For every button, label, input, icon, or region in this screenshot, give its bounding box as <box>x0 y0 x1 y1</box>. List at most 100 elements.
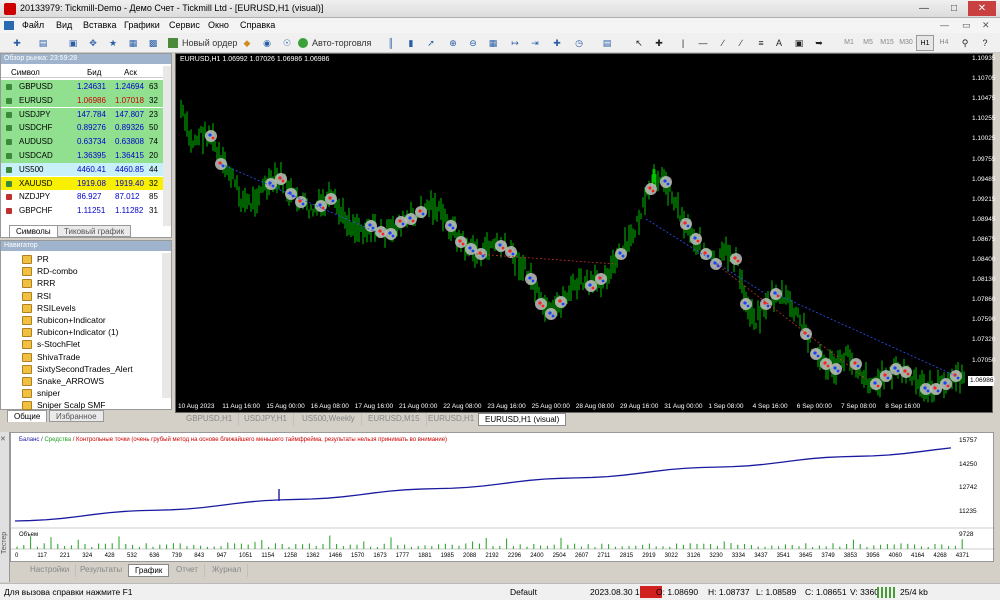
market-watch-scrollbar[interactable] <box>163 66 171 226</box>
navigator-item[interactable]: RD-combo <box>22 265 78 278</box>
vertical-line-icon[interactable]: | <box>676 35 690 51</box>
signals-icon[interactable]: ◉ <box>260 35 274 51</box>
data-window-icon[interactable]: ✥ <box>86 35 100 51</box>
search-icon[interactable]: ⚲ <box>958 35 972 51</box>
navigator-icon[interactable]: ★ <box>106 35 120 51</box>
tab-favorites[interactable]: Избранное <box>49 410 104 422</box>
tester-tab[interactable]: Журнал <box>206 564 249 577</box>
maximize-button[interactable]: □ <box>940 1 968 16</box>
close-button[interactable]: ✕ <box>968 1 996 16</box>
timeframe-h4[interactable]: H4 <box>935 35 953 51</box>
timeframe-m15[interactable]: M15 <box>878 35 896 51</box>
candlestick-icon[interactable]: ▮ <box>404 35 418 51</box>
trendline-icon[interactable]: ∕ <box>716 35 730 51</box>
mdi-restore-button[interactable]: ▭ <box>962 20 971 31</box>
timeframe-m5[interactable]: M5 <box>859 35 877 51</box>
market-row[interactable]: NZDJPY 86.927 87.012 85 <box>1 190 163 204</box>
tester-tab[interactable]: Настройки <box>24 564 77 577</box>
indicators-icon[interactable]: ✚ <box>550 35 564 51</box>
navigator-item[interactable]: SixtySecondTrades_Alert <box>22 363 133 376</box>
menu-help[interactable]: Справка <box>240 20 275 30</box>
tester-tab[interactable]: Отчет <box>170 564 205 577</box>
mdi-minimize-button[interactable]: — <box>940 20 949 30</box>
chart-tab[interactable]: USDJPY,H1 <box>238 413 294 426</box>
periods-icon[interactable]: ◷ <box>572 35 586 51</box>
col-symbol[interactable]: Символ <box>11 68 40 77</box>
market-watch-icon[interactable]: ▣ <box>66 35 80 51</box>
tab-common[interactable]: Общие <box>7 410 48 422</box>
bar-chart-icon[interactable]: ║ <box>384 35 398 51</box>
mdi-close-button[interactable]: ✕ <box>982 20 990 31</box>
menu-charts[interactable]: Графики <box>124 20 160 30</box>
timeframe-h1[interactable]: H1 <box>916 35 934 51</box>
channel-icon[interactable]: ∕ <box>734 35 748 51</box>
navigator-item[interactable]: Rubicon+Indicator (1) <box>22 326 119 339</box>
tester-tab[interactable]: Результаты <box>74 564 130 577</box>
chart-tab[interactable]: EURUSD,M15 <box>362 413 427 426</box>
navigator-item[interactable]: RRR <box>22 277 55 290</box>
navigator-item[interactable]: s-StochFlet <box>22 338 80 351</box>
tester-tab[interactable]: График <box>128 564 170 577</box>
zoom-out-icon[interactable]: ⊖ <box>466 35 480 51</box>
timeframe-m30[interactable]: M30 <box>897 35 915 51</box>
market-row[interactable]: GBPUSD 1.24631 1.24694 63 <box>1 80 163 94</box>
market-row[interactable]: USDJPY 147.784 147.807 23 <box>1 107 163 122</box>
help-icon[interactable]: ? <box>978 35 992 51</box>
timeframe-m1[interactable]: M1 <box>840 35 858 51</box>
zoom-in-icon[interactable]: ⊕ <box>446 35 460 51</box>
menu-file[interactable]: Файл <box>22 20 44 30</box>
navigator-scrollbar[interactable] <box>162 253 171 398</box>
tile-windows-icon[interactable]: ▦ <box>486 35 500 51</box>
label-tool-icon[interactable]: ▣ <box>792 35 806 51</box>
horizontal-line-icon[interactable]: — <box>696 35 710 51</box>
autoscroll-icon[interactable]: ↦ <box>508 35 522 51</box>
market-row[interactable]: GBPCHF 1.11251 1.11282 31 <box>1 204 163 218</box>
market-row[interactable]: XAUUSD 1919.08 1919.40 32 <box>1 176 163 191</box>
tester-close-icon[interactable]: ✕ <box>0 435 6 443</box>
navigator-item[interactable]: RSI <box>22 290 51 303</box>
line-chart-icon[interactable]: ➚ <box>424 35 438 51</box>
templates-icon[interactable]: ▤ <box>600 35 614 51</box>
cursor-icon[interactable]: ↖ <box>632 35 646 51</box>
chart-shift-icon[interactable]: ⇥ <box>528 35 542 51</box>
market-row[interactable]: USDCAD 1.36395 1.36415 20 <box>1 149 163 163</box>
fibonacci-icon[interactable]: ≡ <box>754 35 768 51</box>
menu-window[interactable]: Окно <box>208 20 229 30</box>
crosshair-icon[interactable]: ✚ <box>652 35 666 51</box>
navigator-item[interactable]: PR <box>22 253 49 266</box>
terminal-icon[interactable]: ▦ <box>126 35 140 51</box>
navigator-item[interactable]: ShivaTrade <box>22 351 80 364</box>
chart-tab[interactable]: EURUSD,H1 (visual) <box>478 413 567 426</box>
navigator-item[interactable]: RSILevels <box>22 302 76 315</box>
arrows-tool-icon[interactable]: ➥ <box>812 35 826 51</box>
navigator-item[interactable]: sniper <box>22 387 60 400</box>
navigator-item[interactable]: Snake_ARROWS <box>22 375 104 388</box>
chart-tab[interactable]: GBPUSD,H1 <box>180 413 240 426</box>
menu-view[interactable]: Вид <box>56 20 72 30</box>
autotrading-button[interactable]: Авто-торговля <box>298 35 371 51</box>
col-bid[interactable]: Бид <box>87 68 101 77</box>
new-order-button[interactable]: Новый ордер <box>168 35 237 51</box>
col-ask[interactable]: Аск <box>124 68 137 77</box>
new-chart-icon[interactable]: ✚ <box>10 35 24 51</box>
trade-marker <box>730 253 742 265</box>
menu-insert[interactable]: Вставка <box>83 20 116 30</box>
tab-tick-chart[interactable]: Тиковый график <box>57 225 132 237</box>
minimize-button[interactable]: — <box>910 1 938 16</box>
text-tool-icon[interactable]: A <box>772 35 786 51</box>
metaeditor-icon[interactable]: ◆ <box>240 35 254 51</box>
price-chart[interactable]: EURUSD,H1 1.06992 1.07026 1.06986 1.0698… <box>175 53 996 413</box>
market-row[interactable]: US500 4460.41 4460.85 44 <box>1 162 163 177</box>
tab-symbols[interactable]: Символы <box>9 225 58 237</box>
market-row[interactable]: EURUSD 1.06986 1.07018 32 <box>1 93 163 108</box>
market-row[interactable]: AUDUSD 0.63734 0.63808 74 <box>1 135 163 149</box>
market-row[interactable]: USDCHF 0.89276 0.89326 50 <box>1 121 163 135</box>
chart-tab[interactable]: EURUSD,H1 <box>422 413 482 426</box>
menu-tools[interactable]: Сервис <box>169 20 200 30</box>
navigator-item[interactable]: Rubicon+Indicator <box>22 314 106 327</box>
market-icon[interactable]: ☉ <box>280 35 294 51</box>
profiles-icon[interactable]: ▤ <box>36 35 50 51</box>
strategy-tester-icon[interactable]: ▩ <box>146 35 160 51</box>
chart-tab[interactable]: US500,Weekly <box>296 413 362 426</box>
trade-dot <box>381 232 385 236</box>
